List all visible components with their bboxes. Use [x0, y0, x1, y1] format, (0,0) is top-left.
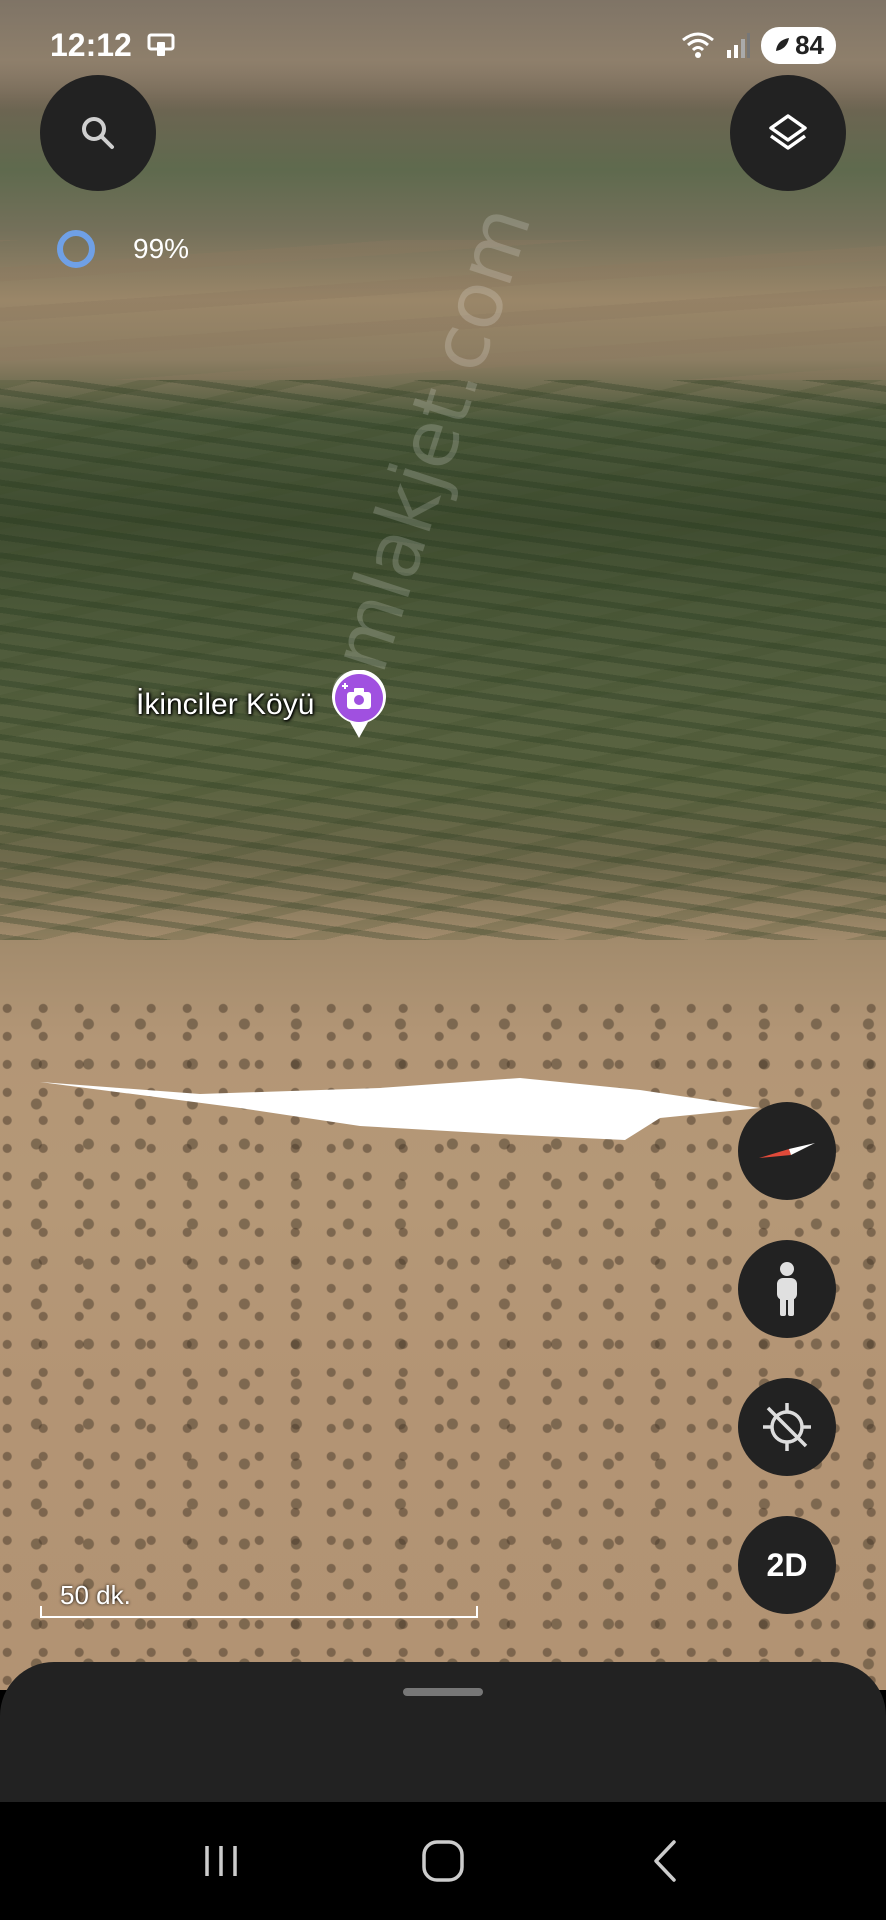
pegman-icon [777, 1262, 797, 1316]
sheet-drag-handle[interactable] [403, 1688, 483, 1696]
screen-mirror-icon [147, 33, 175, 56]
view-mode-2d-button[interactable]: 2D [738, 1516, 836, 1614]
bottom-sheet[interactable] [0, 1662, 886, 1802]
battery-level: 84 [795, 29, 824, 60]
home-icon [422, 1840, 464, 1882]
progress-value: 99% [133, 233, 190, 264]
place-name[interactable]: İkinciler Köyü [136, 688, 314, 722]
back-button[interactable] [630, 1826, 700, 1896]
recent-apps-button[interactable] [186, 1826, 256, 1896]
place-marker[interactable]: İkinciler Köyü [136, 670, 388, 740]
map-scale: 50 dk. [40, 1580, 478, 1620]
my-location-button[interactable] [738, 1378, 836, 1476]
wifi-icon [682, 32, 715, 58]
navigation-bar [0, 1802, 886, 1920]
photo-pin-icon[interactable] [330, 670, 388, 740]
scale-bar [40, 1606, 478, 1618]
loading-progress: 99% [55, 228, 189, 270]
status-icons: 84 [681, 26, 836, 64]
home-button[interactable] [408, 1826, 478, 1896]
battery-saver-icon [776, 38, 790, 51]
battery-indicator: 84 [761, 26, 836, 64]
signal-icon [727, 33, 751, 58]
recent-apps-icon [205, 1846, 237, 1876]
back-icon [654, 1840, 676, 1882]
layers-icon [769, 114, 807, 150]
search-button[interactable] [40, 75, 156, 191]
status-bar: 12:12 84 [0, 0, 886, 90]
compass-button[interactable] [738, 1102, 836, 1200]
status-time: 12:12 [50, 26, 132, 63]
compass-icon [759, 1143, 815, 1158]
view-mode-label: 2D [766, 1546, 808, 1583]
street-view-button[interactable] [738, 1240, 836, 1338]
search-icon [82, 117, 114, 149]
location-off-icon [763, 1403, 811, 1451]
layers-button[interactable] [730, 75, 846, 191]
progress-ring-icon [57, 230, 95, 268]
parcel-shape[interactable] [40, 1078, 760, 1140]
